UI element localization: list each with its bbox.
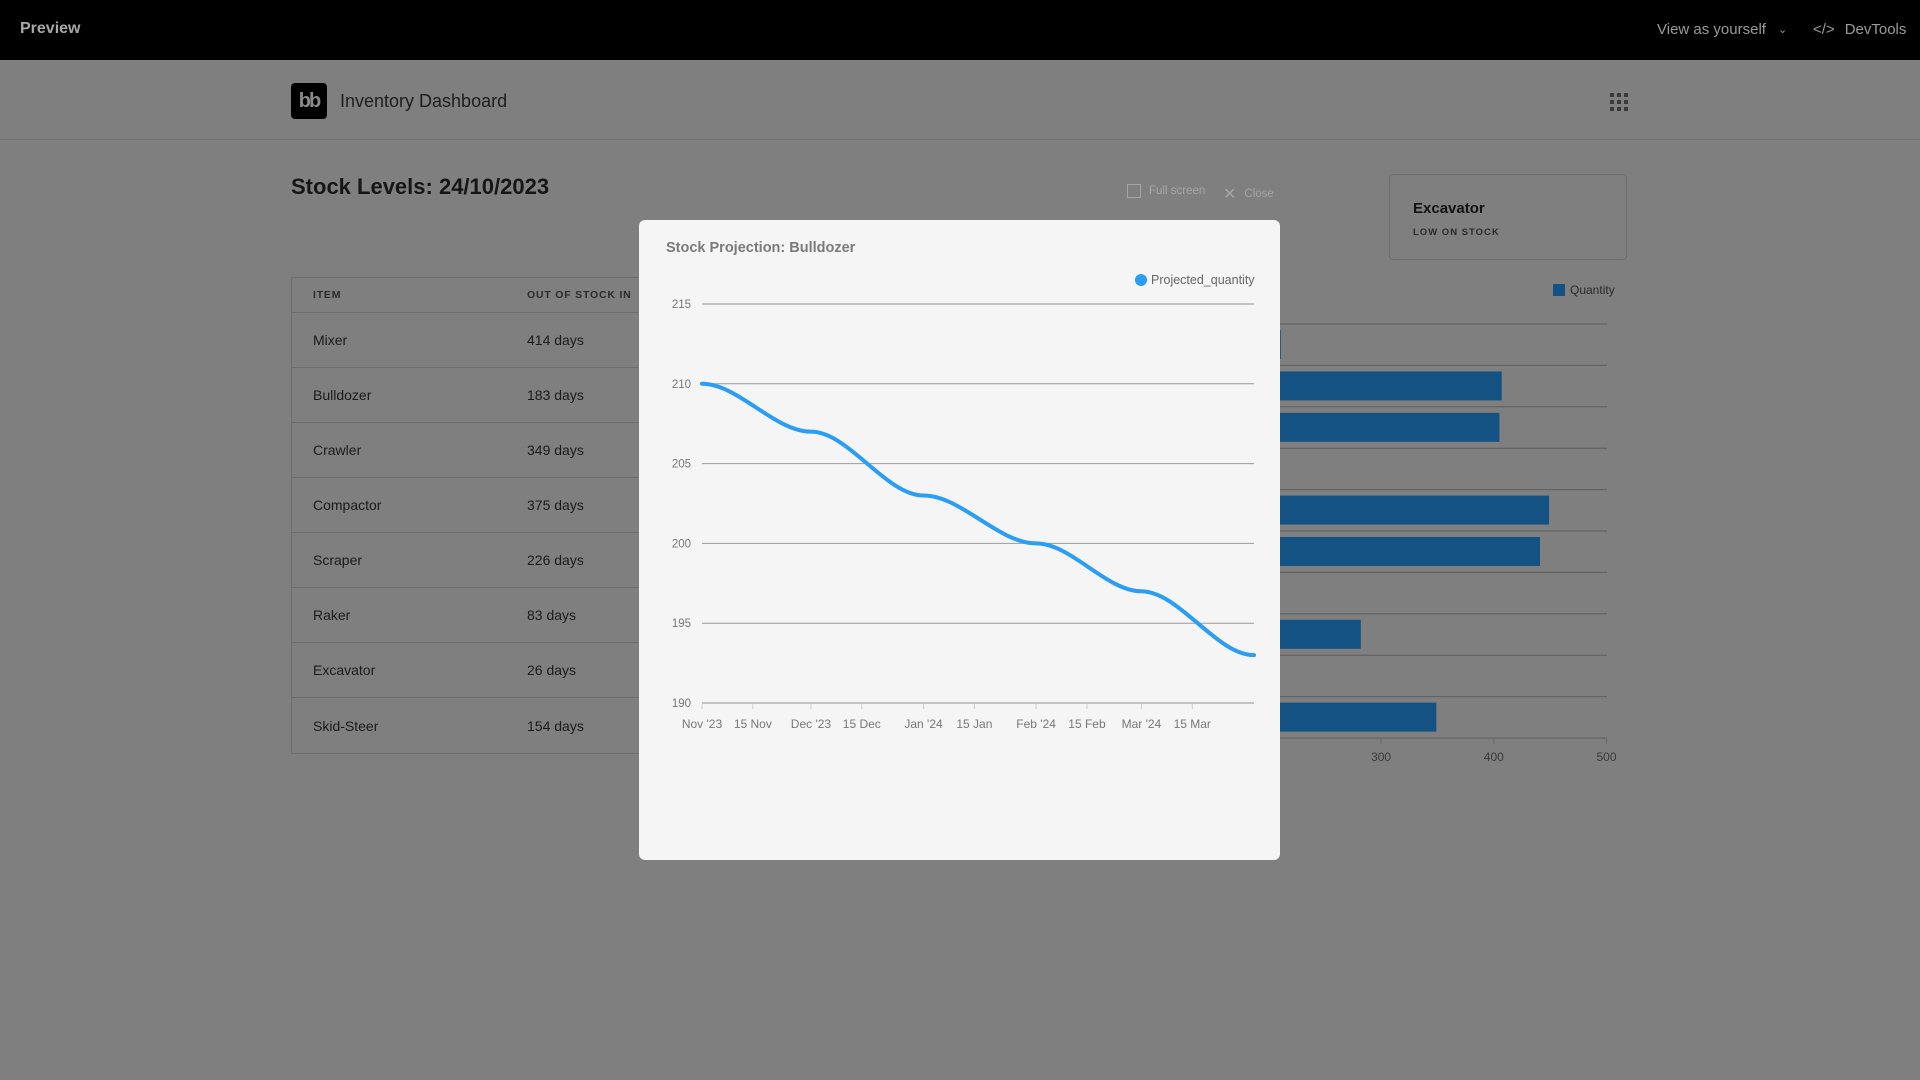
- bar-legend: Quantity: [1553, 283, 1615, 297]
- x-tick-label: 15 Mar: [1174, 717, 1211, 731]
- projected-quantity-line: [700, 381, 1256, 658]
- y-tick-label: 200: [672, 538, 691, 550]
- x-tick-label: 15 Nov: [734, 717, 772, 731]
- x-tick-label: Feb '24: [1016, 717, 1056, 731]
- y-tick-label: 190: [672, 698, 691, 710]
- bar-x-tick-label: 400: [1484, 750, 1504, 764]
- y-tick-label: 195: [672, 618, 691, 630]
- stock-projection-modal: Stock Projection: Bulldozer Projected_qu…: [639, 220, 1280, 860]
- y-tick-label: 210: [672, 379, 691, 391]
- x-tick-label: 15 Jan: [956, 717, 992, 731]
- x-tick-label: 15 Feb: [1068, 717, 1106, 731]
- legend-swatch: [1553, 284, 1565, 296]
- x-tick-label: Mar '24: [1122, 717, 1162, 731]
- x-tick-label: Jan '24: [904, 717, 943, 731]
- y-tick-label: 215: [672, 299, 691, 311]
- y-tick-label: 205: [672, 459, 691, 471]
- bar-x-tick-label: 500: [1596, 750, 1616, 764]
- x-tick-label: 15 Dec: [843, 717, 881, 731]
- x-tick-label: Dec '23: [791, 717, 832, 731]
- x-tick-label: Nov '23: [682, 717, 723, 731]
- bar-x-tick-label: 300: [1371, 750, 1391, 764]
- line-chart: 190 195 200 205 210 215 Nov '23 15 Nov Dec '23 15…: [672, 299, 1256, 731]
- legend-label: Quantity: [1570, 283, 1615, 297]
